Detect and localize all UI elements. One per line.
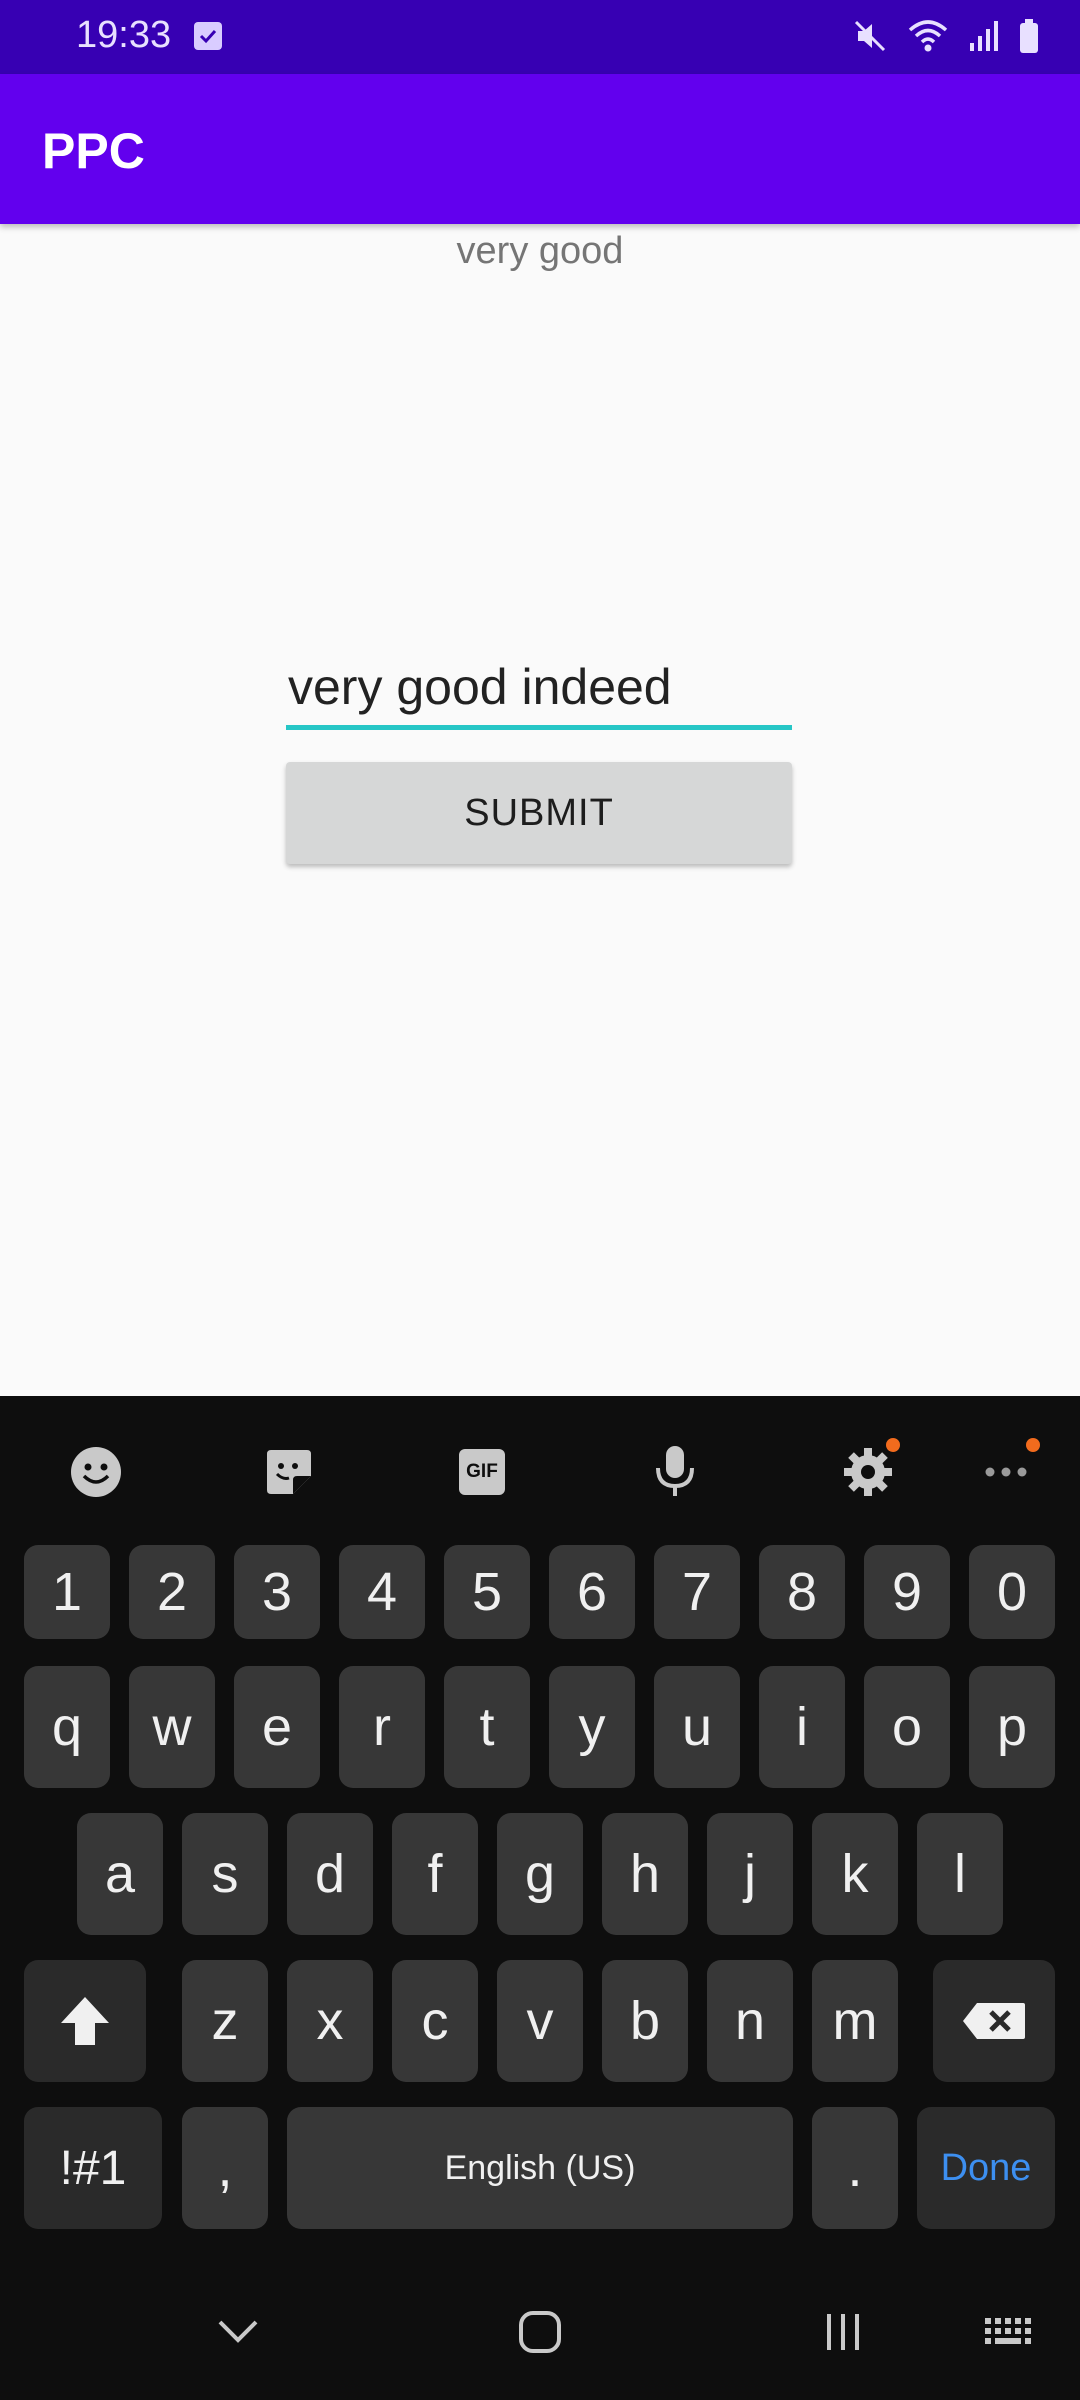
key-f[interactable]: f bbox=[392, 1813, 478, 1935]
signal-icon bbox=[968, 19, 1000, 58]
key-j[interactable]: j bbox=[707, 1813, 793, 1935]
keyboard-toolbar: GIF bbox=[0, 1396, 1080, 1546]
status-icons bbox=[852, 18, 1040, 58]
key-2[interactable]: 2 bbox=[129, 1545, 215, 1639]
wifi-icon bbox=[906, 18, 950, 59]
text-input[interactable] bbox=[286, 648, 792, 730]
key-h[interactable]: h bbox=[602, 1813, 688, 1935]
app-title: PPC bbox=[42, 123, 145, 179]
key-9[interactable]: 9 bbox=[864, 1545, 950, 1639]
microphone-icon[interactable] bbox=[645, 1442, 705, 1502]
shift-key[interactable] bbox=[24, 1960, 146, 2082]
shift-icon bbox=[61, 1997, 109, 2045]
key-u[interactable]: u bbox=[654, 1666, 740, 1788]
navigation-bar bbox=[0, 2262, 1080, 2400]
key-6[interactable]: 6 bbox=[549, 1545, 635, 1639]
sticker-icon[interactable] bbox=[259, 1442, 319, 1502]
status-time: 19:33 bbox=[76, 14, 172, 56]
result-text: very good bbox=[456, 230, 624, 272]
submit-button[interactable]: SUBMIT bbox=[286, 762, 792, 864]
done-key[interactable]: Done bbox=[917, 2107, 1055, 2229]
key-y[interactable]: y bbox=[549, 1666, 635, 1788]
key-5[interactable]: 5 bbox=[444, 1545, 530, 1639]
gif-label: GIF bbox=[466, 1461, 498, 1482]
more-icon[interactable] bbox=[976, 1438, 1040, 1502]
recents-icon[interactable] bbox=[803, 2292, 883, 2372]
key-o[interactable]: o bbox=[864, 1666, 950, 1788]
key-k[interactable]: k bbox=[812, 1813, 898, 1935]
key-7[interactable]: 7 bbox=[654, 1545, 740, 1639]
key-v[interactable]: v bbox=[497, 1960, 583, 2082]
keyboard-switch-icon[interactable] bbox=[970, 2292, 1050, 2372]
key-8[interactable]: 8 bbox=[759, 1545, 845, 1639]
emoji-icon[interactable] bbox=[66, 1442, 126, 1502]
home-icon[interactable] bbox=[500, 2292, 580, 2372]
comma-key[interactable]: , bbox=[182, 2107, 268, 2229]
key-0[interactable]: 0 bbox=[969, 1545, 1055, 1639]
key-c[interactable]: c bbox=[392, 1960, 478, 2082]
settings-icon[interactable] bbox=[838, 1438, 900, 1502]
checkbox-notification-icon bbox=[194, 22, 222, 50]
key-b[interactable]: b bbox=[602, 1960, 688, 2082]
key-d[interactable]: d bbox=[287, 1813, 373, 1935]
key-g[interactable]: g bbox=[497, 1813, 583, 1935]
key-e[interactable]: e bbox=[234, 1666, 320, 1788]
key-4[interactable]: 4 bbox=[339, 1545, 425, 1639]
symbols-key[interactable]: !#1 bbox=[24, 2107, 162, 2229]
battery-icon bbox=[1018, 18, 1040, 59]
key-r[interactable]: r bbox=[339, 1666, 425, 1788]
key-m[interactable]: m bbox=[812, 1960, 898, 2082]
key-p[interactable]: p bbox=[969, 1666, 1055, 1788]
period-key[interactable]: . bbox=[812, 2107, 898, 2229]
more-notification-dot bbox=[1026, 1438, 1040, 1452]
key-l[interactable]: l bbox=[917, 1813, 1003, 1935]
key-x[interactable]: x bbox=[287, 1960, 373, 2082]
app-bar: PPC bbox=[0, 74, 1080, 224]
mute-icon bbox=[852, 18, 888, 59]
key-t[interactable]: t bbox=[444, 1666, 530, 1788]
status-bar: 19:33 bbox=[0, 0, 1080, 74]
keyboard: GIF 1 2 3 4 5 6 7 8 9 0 q w e r t y u i … bbox=[0, 1396, 1080, 2400]
gif-icon[interactable]: GIF bbox=[452, 1442, 512, 1502]
key-i[interactable]: i bbox=[759, 1666, 845, 1788]
key-w[interactable]: w bbox=[129, 1666, 215, 1788]
space-key[interactable]: English (US) bbox=[287, 2107, 793, 2229]
key-3[interactable]: 3 bbox=[234, 1545, 320, 1639]
key-n[interactable]: n bbox=[707, 1960, 793, 2082]
key-1[interactable]: 1 bbox=[24, 1545, 110, 1639]
settings-notification-dot bbox=[886, 1438, 900, 1452]
key-s[interactable]: s bbox=[182, 1813, 268, 1935]
backspace-icon bbox=[963, 2003, 1025, 2039]
key-q[interactable]: q bbox=[24, 1666, 110, 1788]
backspace-key[interactable] bbox=[933, 1960, 1055, 2082]
key-z[interactable]: z bbox=[182, 1960, 268, 2082]
key-a[interactable]: a bbox=[77, 1813, 163, 1935]
hide-keyboard-icon[interactable] bbox=[198, 2292, 278, 2372]
